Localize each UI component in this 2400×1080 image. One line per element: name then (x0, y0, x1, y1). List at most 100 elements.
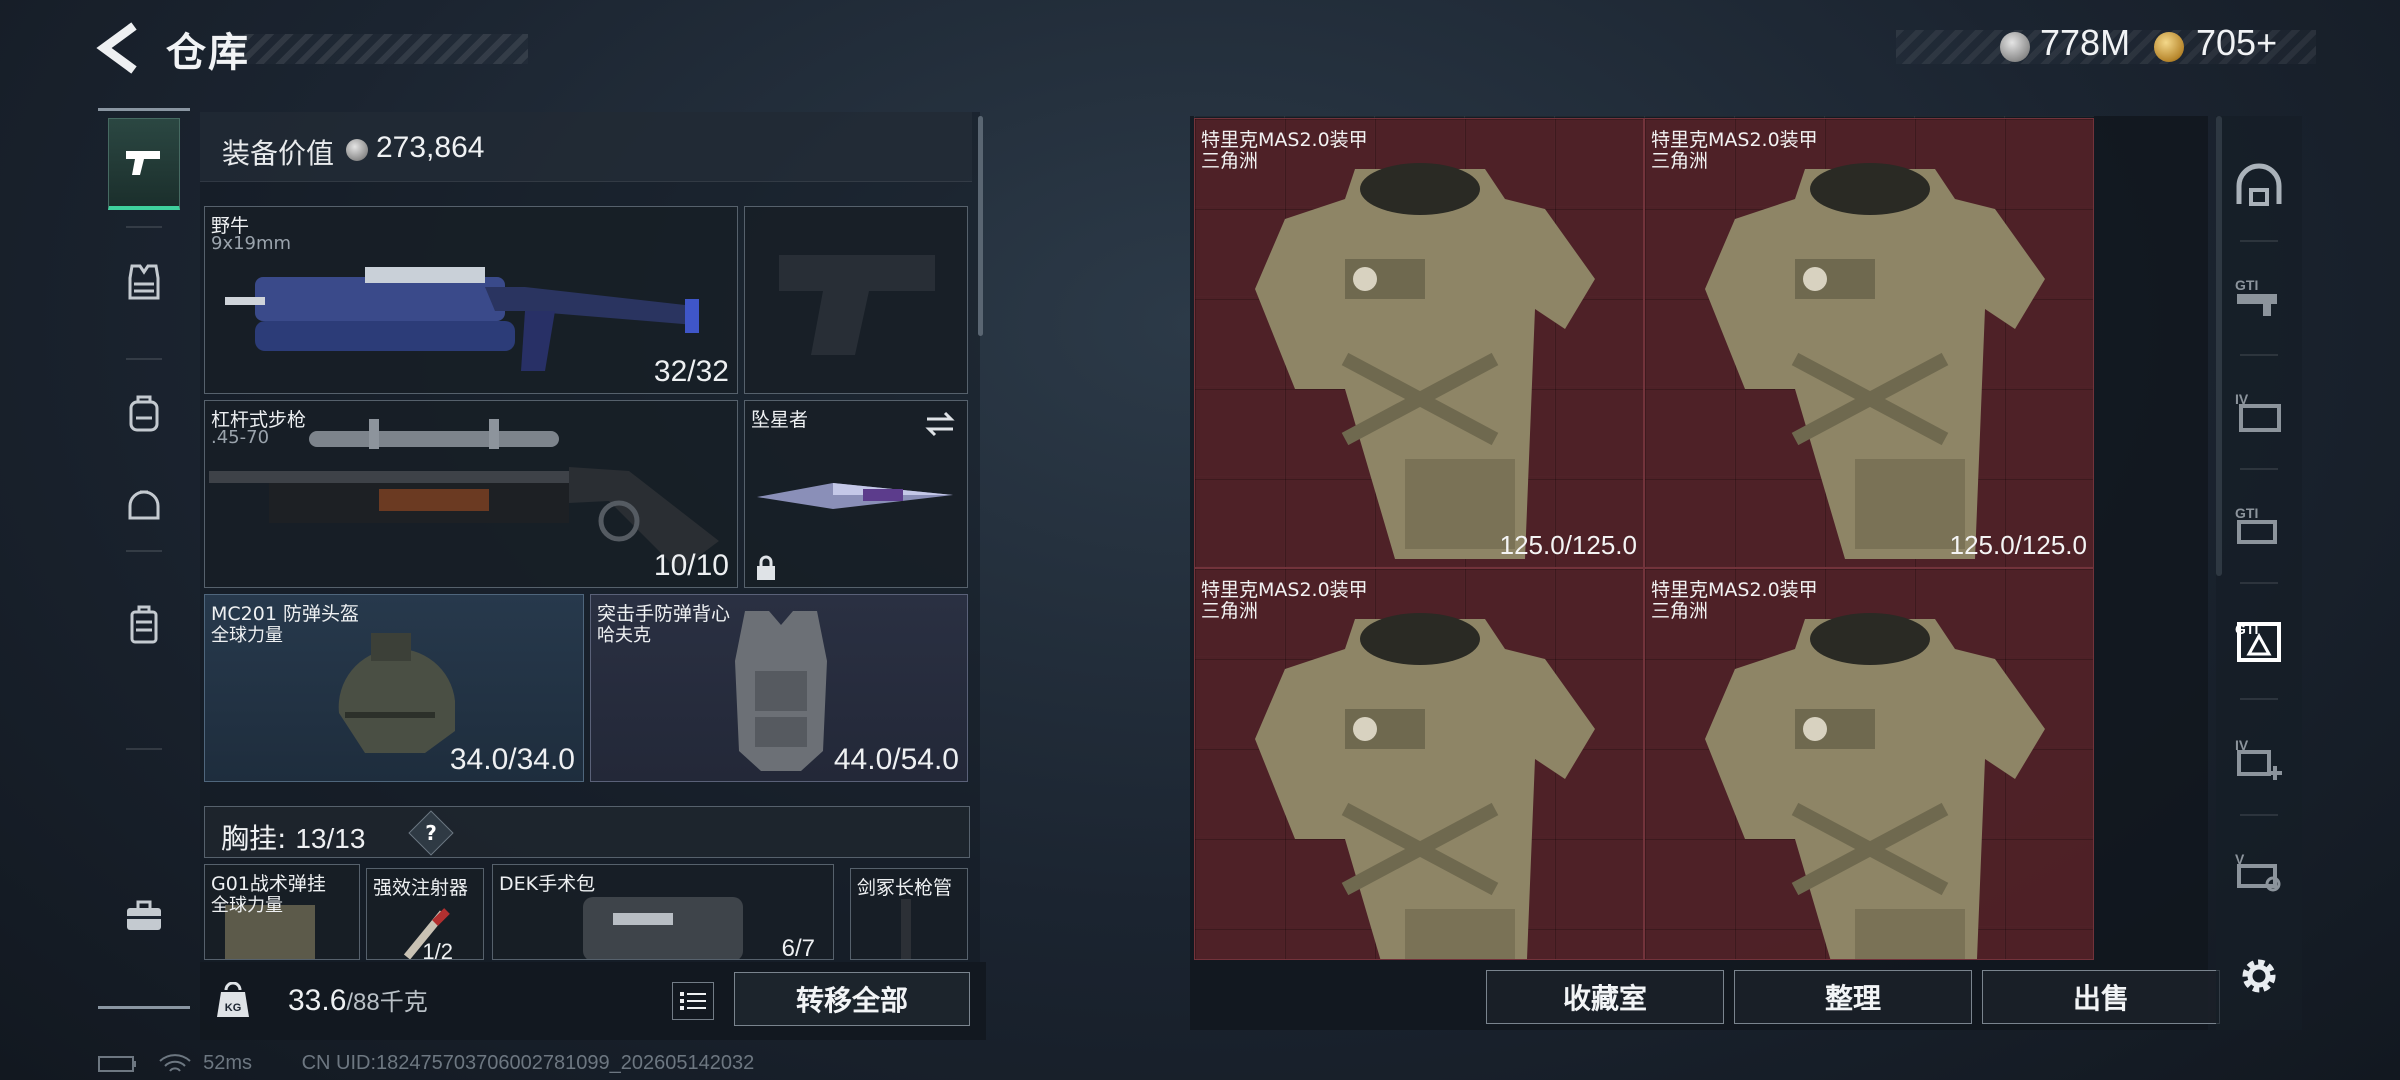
ammo-count: 32/32 (653, 355, 729, 388)
gti-gear-icon: GTI (2235, 505, 2277, 544)
rail-separator (2240, 698, 2278, 700)
category-rail (98, 108, 190, 1009)
ping-text: 52ms (203, 1052, 253, 1074)
stash-tab-iv[interactable]: IV (2220, 360, 2298, 460)
secondary-weapon-slot[interactable]: 杠杆式步枪 .45-70 10/10 (204, 400, 738, 588)
primary-weapon-slot[interactable]: 野牛 9x19mm 32/32 (204, 206, 738, 394)
pistol-silhouette-icon (779, 255, 935, 355)
rail-separator (2240, 354, 2278, 356)
item-count: 1/2 (422, 939, 453, 960)
rail-divider (98, 108, 190, 111)
stash-item-armor[interactable]: 特里克MAS2.0装甲 三角洲 (1644, 568, 2094, 960)
rail-separator (2240, 582, 2278, 584)
durability: 44.0/54.0 (833, 743, 959, 776)
gti-weapon-icon: GTI (2235, 277, 2277, 316)
ammo-count: 10/10 (653, 549, 729, 582)
item-brand: 三角洲 (1651, 150, 1709, 172)
stash-tab-v-search[interactable]: V (2220, 820, 2298, 920)
stash-tab-gti-warning[interactable]: GTI (2220, 590, 2298, 690)
settings-button[interactable] (2220, 926, 2298, 1026)
rail-item-weapons[interactable] (108, 118, 180, 210)
sell-button[interactable]: 出售 (1982, 970, 2220, 1024)
slot-name: DEK手术包 (499, 873, 596, 895)
chest-item-slot[interactable]: G01战术弹挂 全球力量 (204, 864, 360, 960)
slot-name: 强效注射器 (373, 877, 469, 899)
item-brand: 三角洲 (1201, 600, 1259, 622)
v-search-icon: V (2235, 851, 2281, 892)
uid-text: CN UID:1824757037060027810​99_2026051420… (301, 1052, 755, 1074)
rail-separator (126, 358, 162, 360)
lever-rifle-image (209, 419, 719, 571)
back-arrow-icon[interactable] (96, 22, 144, 74)
armor-image (1255, 613, 1595, 959)
collection-room-button[interactable]: 收藏室 (1486, 970, 1724, 1024)
silver-coin-icon (2000, 32, 2030, 62)
slot-name: 坠星者 (751, 409, 809, 431)
top-bar: 仓库 778M 705+ (0, 0, 2400, 100)
rail-item-case[interactable] (108, 578, 180, 670)
armor-image (1705, 163, 2045, 559)
helmet-bag-icon (128, 490, 160, 520)
rail-item-bag[interactable] (108, 460, 180, 552)
stash-tabs-rail: GTI IV GTI GTI IV V (2216, 116, 2302, 1030)
slot-brand: 哈夫克 (597, 625, 651, 646)
stash-item-armor[interactable]: 特里克MAS2.0装甲 三角洲 (1194, 568, 1644, 960)
sort-button[interactable]: 整理 (1734, 970, 1972, 1024)
rail-separator (2240, 240, 2278, 242)
stash-item-armor[interactable]: 特里克MAS2.0装甲 三角洲 125.0/125.0 (1194, 118, 1644, 568)
case-icon (130, 605, 158, 644)
toolbox-icon (127, 900, 161, 930)
list-view-button[interactable] (672, 982, 714, 1020)
rail-separator (2240, 814, 2278, 816)
rail-item-backpack[interactable] (108, 368, 180, 460)
surgery-kit-image (583, 897, 743, 959)
stash-tab-iv-add[interactable]: IV (2220, 706, 2298, 806)
weight-readout: 33.6/88千克 (288, 982, 428, 1018)
slot-brand: 全球力量 (211, 895, 283, 916)
pistol-slot-empty[interactable] (744, 206, 968, 394)
stash-item-armor[interactable]: 特里克MAS2.0装甲 三角洲 125.0/125.0 (1644, 118, 2094, 568)
armor-slot[interactable]: 突击手防弹背心 哈夫克 44.0/54.0 (590, 594, 968, 782)
settings-gear-icon (2242, 959, 2276, 993)
chest-rig-header: 胸挂: 13/13 ? (204, 806, 970, 858)
helmet-slot[interactable]: MC201 防弹头盔 全球力量 34.0/34.0 (204, 594, 584, 782)
stash-panel: 特里克MAS2.0装甲 三角洲 125.0/125.0 特里克MAS2.0装甲 … (1190, 116, 2222, 1030)
currency-gold-amount[interactable]: 705+ (2196, 22, 2277, 64)
chest-item-slot[interactable]: 剑冢长枪管 (850, 868, 968, 960)
chest-item-slot[interactable]: 强效注射器 1/2 (366, 868, 484, 960)
loadout-bottom-bar: KG 33.6/88千克 转移全部 (200, 962, 986, 1040)
status-bar: 52ms CN UID:1824757037060027810​99_20260… (98, 1052, 754, 1076)
weight-current: 33.6 (288, 984, 347, 1017)
rail-item-toolbox[interactable] (108, 870, 180, 962)
rail-separator (126, 226, 162, 228)
weight-icon: KG (217, 982, 249, 1017)
equipment-value: 273,864 (376, 131, 485, 164)
dome-icon (2236, 163, 2282, 206)
armor-image (1255, 163, 1595, 559)
battery-icon (98, 1055, 136, 1072)
helmet-image (338, 633, 455, 753)
stash-tab-dome[interactable] (2220, 136, 2298, 236)
item-brand: 三角洲 (1651, 600, 1709, 622)
iv-add-icon: IV (2235, 737, 2282, 780)
chest-item-slot[interactable]: DEK手术包 6/7 (492, 864, 834, 960)
gold-coin-icon (2154, 32, 2184, 62)
gti-warning-icon: GTI (2235, 621, 2281, 662)
swap-icon[interactable] (923, 409, 957, 439)
svg-text:GTI: GTI (2235, 277, 2258, 293)
handgun-icon (126, 150, 160, 175)
stash-tab-gti-weapon[interactable]: GTI (2220, 246, 2298, 346)
svg-text:GTI: GTI (2235, 505, 2258, 521)
weight-badge: KG (225, 1002, 242, 1014)
transfer-all-button[interactable]: 转移全部 (734, 972, 970, 1026)
chest-rig-count: 13/13 (295, 823, 366, 854)
help-icon[interactable]: ? (408, 810, 454, 856)
stash-tab-gti-gear[interactable]: GTI (2220, 474, 2298, 574)
melee-slot[interactable]: 坠星者 (744, 400, 968, 588)
item-count: 6/7 (781, 935, 815, 960)
loadout-scrollbar[interactable] (978, 116, 983, 336)
item-durability: 125.0/125.0 (1499, 530, 1637, 560)
rail-item-vest[interactable] (108, 236, 180, 328)
list-icon (680, 992, 706, 1010)
lock-icon (757, 555, 775, 580)
